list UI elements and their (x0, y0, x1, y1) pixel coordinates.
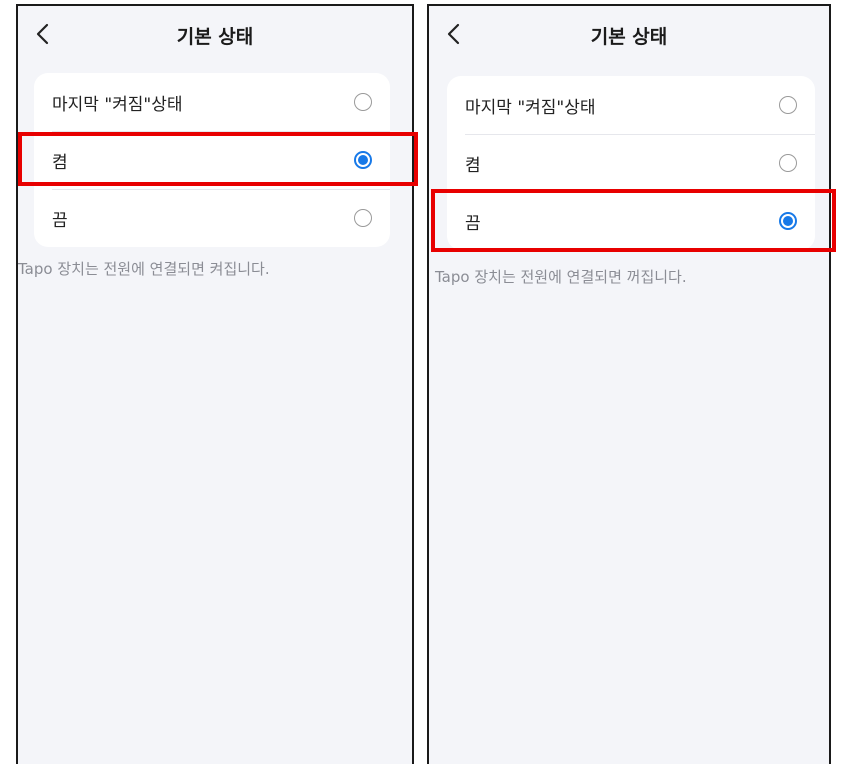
description-text: Tapo 장치는 전원에 연결되면 꺼집니다. (435, 268, 687, 286)
phone-screen-right: 기본 상태 마지막 "켜짐"상태 켬 끔 Tapo 장치는 전원에 연결되면 꺼… (427, 4, 831, 764)
radio-unchecked-icon[interactable] (354, 93, 372, 111)
option-on[interactable]: 켬 (34, 131, 390, 189)
phone-screen-left: 기본 상태 마지막 "켜짐"상태 켬 끔 Tapo 장치는 전원에 연결되면 켜… (16, 4, 414, 764)
option-label: 마지막 "켜짐"상태 (52, 94, 183, 115)
options-card: 마지막 "켜짐"상태 켬 끔 (34, 73, 390, 247)
page-title: 기본 상태 (176, 26, 254, 48)
radio-checked-icon[interactable] (779, 212, 797, 230)
radio-checked-icon[interactable] (354, 151, 372, 169)
option-label: 끔 (465, 213, 481, 234)
header: 기본 상태 (429, 6, 829, 62)
header: 기본 상태 (18, 6, 412, 62)
option-label: 마지막 "켜짐"상태 (465, 97, 596, 118)
option-label: 끔 (52, 210, 68, 231)
radio-unchecked-icon[interactable] (779, 154, 797, 172)
radio-unchecked-icon[interactable] (779, 96, 797, 114)
option-label: 켬 (52, 152, 68, 173)
option-last-on-state[interactable]: 마지막 "켜짐"상태 (34, 73, 390, 131)
options-card: 마지막 "켜짐"상태 켬 끔 (447, 76, 815, 250)
option-last-on-state[interactable]: 마지막 "켜짐"상태 (447, 76, 815, 134)
option-label: 켬 (465, 155, 481, 176)
option-on[interactable]: 켬 (447, 134, 815, 192)
page-title: 기본 상태 (590, 26, 668, 48)
option-off[interactable]: 끔 (34, 189, 390, 247)
option-off[interactable]: 끔 (447, 192, 815, 250)
radio-unchecked-icon[interactable] (354, 209, 372, 227)
description-text: Tapo 장치는 전원에 연결되면 켜집니다. (18, 260, 270, 278)
